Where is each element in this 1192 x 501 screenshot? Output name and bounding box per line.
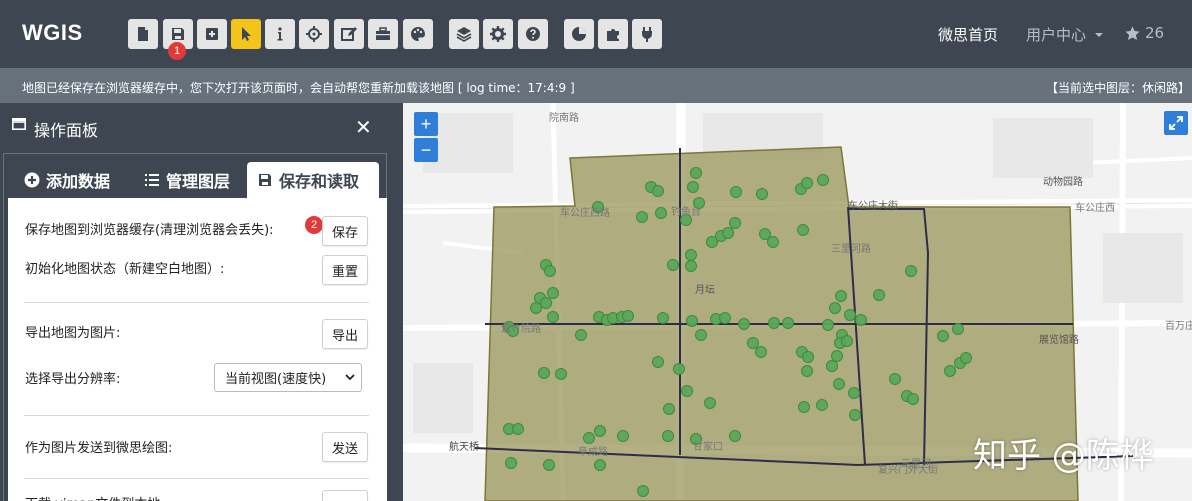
reset-label: 初始化地图状态（新建空白地图）:	[25, 262, 225, 277]
tab-manage-layers-label: 管理图层	[166, 172, 231, 191]
list-icon	[145, 174, 159, 186]
star-icon	[1125, 25, 1140, 40]
zoom-out-button[interactable]: −	[414, 138, 438, 162]
layers-icon	[456, 27, 472, 42]
map-label: 紫竹院路	[501, 324, 541, 335]
nav-user-center[interactable]: 用户中心	[1026, 24, 1104, 45]
pie-chart-icon	[572, 27, 586, 41]
star-counter[interactable]: 26	[1124, 24, 1164, 42]
tab-save-load[interactable]: 保存和读取	[247, 162, 379, 198]
download-button[interactable]	[322, 490, 368, 501]
toolbox-icon	[376, 27, 390, 40]
info-icon	[277, 27, 283, 41]
expand-icon	[1169, 116, 1183, 130]
window-icon	[12, 118, 26, 130]
panel-tabs: 添加数据 管理图层 保存和读取	[4, 154, 386, 198]
map-label: 展览馆路	[1039, 335, 1079, 346]
file-icon	[138, 27, 148, 41]
map-label: 车公庄西路	[560, 208, 610, 219]
palette-button[interactable]	[403, 19, 433, 49]
resolution-select-value: 当前视图(速度快)	[225, 372, 327, 387]
gear-icon	[490, 26, 506, 42]
map-label: 航天桥	[449, 442, 479, 453]
caret-down-icon	[1094, 33, 1103, 37]
map-label: 院南路	[549, 113, 579, 124]
map-label: 阜成路	[578, 447, 608, 458]
divider	[24, 415, 369, 416]
add-button[interactable]	[197, 19, 227, 49]
zoom-in-button[interactable]: +	[414, 112, 438, 136]
question-icon	[526, 27, 540, 41]
watermark: 知乎 @陈桦	[973, 436, 1154, 476]
tab-manage-layers[interactable]: 管理图层	[134, 162, 240, 198]
puzzle-icon	[607, 29, 619, 41]
reset-button[interactable]: 重置	[322, 255, 369, 285]
current-layer-indicator: 【当前选中图层：休闲路】	[1045, 81, 1190, 95]
resolution-select[interactable]: 当前视图(速度快)	[214, 363, 362, 392]
panel-body: 添加数据 管理图层 保存和读取 保存地图到浏览器缓存(清理浏览器会丢失): 2 …	[3, 153, 387, 501]
app-logo[interactable]: WGIS	[22, 20, 83, 46]
map-label: 车公庄大街	[848, 201, 898, 212]
info-button[interactable]	[265, 19, 295, 49]
nav-home-link[interactable]: 微思首页	[938, 24, 998, 45]
edit-icon	[341, 27, 357, 41]
map-label: 钓鱼台	[671, 207, 701, 218]
map-label: 甘家口	[693, 442, 723, 453]
settings-button[interactable]	[483, 19, 513, 49]
divider	[24, 478, 369, 479]
send-label: 作为图片发送到微思绘图:	[25, 441, 173, 456]
help-button[interactable]	[518, 19, 548, 49]
map-view[interactable]: 院南路 车公庄大街 动物园路 车公庄西 车公庄西路 三里河路 展览馆路 百万庄 …	[403, 103, 1192, 501]
notification-badge-1: 1	[168, 42, 186, 60]
edit-button[interactable]	[334, 19, 364, 49]
locate-button[interactable]	[299, 19, 329, 49]
export-label: 导出地图为图片:	[25, 326, 121, 341]
operation-panel: 操作面板 ✕ 添加数据 管理图层 保存和读取 保存地图到浏览器缓存(清理浏览器会…	[0, 103, 403, 501]
palette-icon	[411, 27, 425, 41]
close-icon[interactable]: ✕	[355, 115, 372, 139]
resolution-label: 选择导出分辨率:	[25, 372, 121, 387]
save-load-content: 保存地图到浏览器缓存(清理浏览器会丢失): 2 保存 初始化地图状态（新建空白地…	[8, 198, 387, 501]
map-label: 月坛	[695, 285, 715, 296]
map-label: 三里河	[901, 459, 931, 470]
layers-button[interactable]	[449, 19, 479, 49]
tab-add-data[interactable]: 添加数据	[14, 162, 120, 198]
select-button[interactable]	[231, 19, 261, 49]
plus-square-icon	[206, 28, 218, 40]
chevron-down-icon	[345, 374, 355, 381]
map-label: 车公庄西	[1075, 203, 1115, 214]
save-cache-label: 保存地图到浏览器缓存(清理浏览器会丢失):	[25, 223, 274, 238]
power-button[interactable]	[632, 19, 662, 49]
save-button[interactable]: 保存	[322, 216, 369, 246]
download-label: 下载 vjmap文件到本地:	[25, 493, 165, 501]
status-message: 地图已经保存在浏览器缓存中，您下次打开该页面时，会自动帮您重新加载该地图 [ l…	[22, 81, 575, 95]
export-button[interactable]: 导出	[322, 319, 369, 349]
star-count: 26	[1145, 24, 1165, 42]
save-icon	[172, 28, 184, 40]
crosshair-icon	[306, 26, 322, 42]
cursor-icon	[242, 27, 251, 41]
save-icon	[259, 174, 271, 186]
divider	[24, 302, 369, 303]
plugin-button[interactable]	[598, 19, 628, 49]
notification-badge-2: 2	[305, 216, 323, 234]
nav-user-center-label: 用户中心	[1026, 26, 1087, 44]
panel-title: 操作面板	[34, 121, 99, 140]
toolbox-button[interactable]	[368, 19, 398, 49]
map-label: 动物园路	[1043, 177, 1083, 188]
top-navbar: WGIS 1 微思首页 用户中心 26	[0, 0, 1192, 68]
plug-icon	[642, 27, 652, 42]
fullscreen-button[interactable]	[1164, 111, 1188, 135]
plus-circle-icon	[24, 172, 40, 188]
map-label: 百万庄	[1165, 321, 1192, 332]
new-file-button[interactable]	[128, 19, 158, 49]
status-bar: 地图已经保存在浏览器缓存中，您下次打开该页面时，会自动帮您重新加载该地图 [ l…	[0, 68, 1192, 103]
panel-header: 操作面板 ✕	[0, 103, 403, 149]
tab-save-load-label: 保存和读取	[279, 172, 360, 191]
chart-button[interactable]	[564, 19, 594, 49]
map-label: 三里河路	[831, 244, 871, 255]
tab-add-data-label: 添加数据	[46, 172, 111, 191]
send-button[interactable]: 发送	[322, 432, 369, 462]
